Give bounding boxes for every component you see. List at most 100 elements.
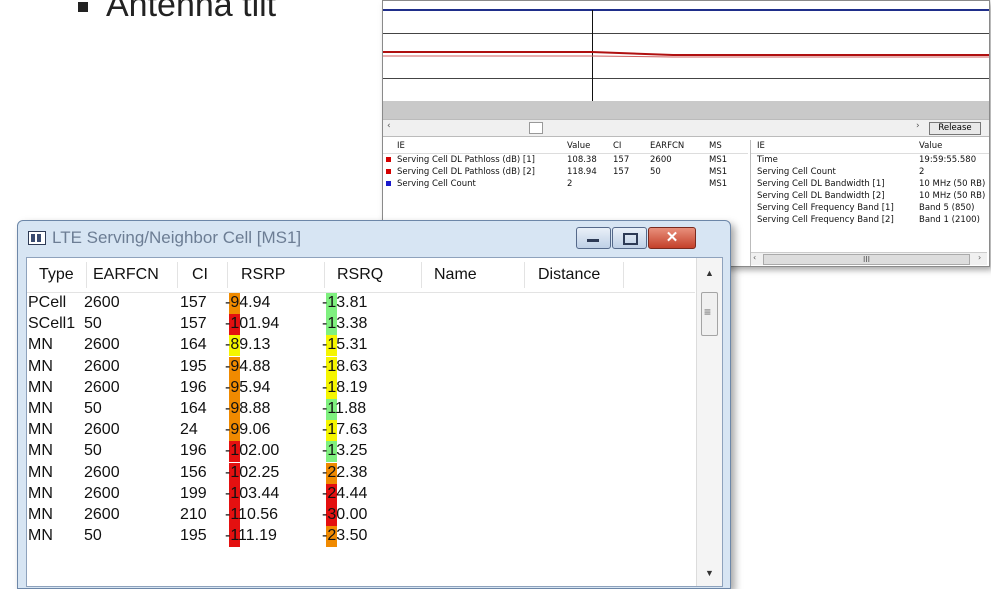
- window-title: LTE Serving/Neighbor Cell [MS1]: [52, 228, 302, 247]
- table-row[interactable]: Serving Cell DL Bandwidth [1] 10 MHz (50…: [751, 178, 989, 190]
- header-value[interactable]: Value: [919, 140, 942, 152]
- scroll-right-icon[interactable]: ›: [978, 253, 981, 262]
- ie-table: IE Value CI EARFCN MS Serving Cell DL Pa…: [383, 140, 748, 190]
- column-divider[interactable]: [227, 262, 228, 288]
- table-row[interactable]: Time 19:59:55.580: [751, 154, 989, 166]
- window-titlebar[interactable]: LTE Serving/Neighbor Cell [MS1] ✕: [18, 221, 730, 253]
- column-header-name[interactable]: Name: [434, 266, 477, 284]
- cell-rsrp: -94.94: [225, 294, 271, 311]
- pathloss-plot: [383, 1, 989, 104]
- row-ie: Serving Cell DL Pathloss (dB) [2]: [397, 167, 535, 177]
- cell-type: MN: [28, 357, 53, 375]
- header-ie[interactable]: IE: [757, 140, 765, 152]
- column-header-earfcn[interactable]: EARFCN: [93, 266, 159, 284]
- info-table-horizontal-scrollbar[interactable]: ‹ III ›: [751, 252, 987, 265]
- table-row[interactable]: SCell1 50 157 -101.94 -13.38: [27, 314, 695, 336]
- table-window-icon: [28, 231, 46, 245]
- scroll-up-icon[interactable]: ▲: [705, 268, 714, 278]
- vertical-scrollbar[interactable]: ▲ ▼: [696, 258, 722, 586]
- column-header-ci[interactable]: CI: [192, 266, 208, 284]
- cell-rsrq: -18.19: [322, 378, 368, 396]
- table-row[interactable]: MN 2600 196 -95.94 -18.19: [27, 377, 695, 399]
- column-divider[interactable]: [324, 262, 325, 288]
- cell-ci: 195: [180, 527, 207, 545]
- header-ie[interactable]: IE: [397, 140, 405, 152]
- table-row[interactable]: MN 2600 164 -89.13 -15.31: [27, 335, 695, 357]
- chart-horizontal-scrollbar[interactable]: ‹ › Release: [383, 119, 989, 137]
- minimize-button[interactable]: [576, 227, 611, 249]
- cell-type: SCell1: [28, 315, 76, 333]
- cell-ci: 157: [180, 315, 207, 333]
- info-table: IE Value Time 19:59:55.580 Serving Cell …: [750, 140, 989, 266]
- table-row[interactable]: Serving Cell Frequency Band [1] Band 5 (…: [751, 202, 989, 214]
- cell-rsrq: -11.88: [322, 399, 367, 417]
- close-button[interactable]: ✕: [648, 227, 696, 249]
- column-divider[interactable]: [524, 262, 525, 288]
- column-header-type[interactable]: Type: [39, 266, 74, 284]
- row-ie: Time: [757, 155, 778, 165]
- column-header-row: Type EARFCN CI RSRP RSRQ Name Distance: [27, 258, 695, 293]
- series-line-pathloss-2: [383, 55, 989, 58]
- table-row[interactable]: MN 50 196 -102.00 -13.25: [27, 441, 695, 463]
- column-header-distance[interactable]: Distance: [538, 266, 600, 284]
- cell-earfcn: 2600: [84, 505, 120, 523]
- cell-earfcn: 2600: [84, 294, 120, 311]
- cell-type: MN: [28, 378, 53, 396]
- maximize-button[interactable]: [612, 227, 647, 249]
- scroll-thumb[interactable]: III: [763, 254, 970, 265]
- scroll-left-icon[interactable]: ‹: [753, 253, 756, 262]
- column-divider[interactable]: [623, 262, 624, 288]
- column-header-rsrq[interactable]: RSRQ: [337, 266, 383, 284]
- row-ms: MS1: [709, 155, 728, 165]
- cell-type: MN: [28, 421, 53, 439]
- table-row[interactable]: PCell 2600 157 -94.94 -13.81: [27, 293, 695, 314]
- table-row[interactable]: Serving Cell Count 2: [751, 166, 989, 178]
- cell-type: MN: [28, 336, 53, 354]
- row-ie: Serving Cell Count: [757, 167, 836, 177]
- header-value[interactable]: Value: [567, 140, 590, 152]
- row-value: 108.38: [567, 155, 597, 165]
- header-earfcn[interactable]: EARFCN: [650, 140, 684, 152]
- table-row[interactable]: Serving Cell Count 2 MS1: [383, 178, 748, 190]
- cell-ci: 196: [180, 442, 207, 460]
- table-row[interactable]: Serving Cell DL Bandwidth [2] 10 MHz (50…: [751, 190, 989, 202]
- cell-rsrq: -13.25: [322, 442, 368, 460]
- cell-rsrq: -13.81: [322, 294, 368, 311]
- row-value: Band 1 (2100): [919, 215, 980, 225]
- scroll-down-icon[interactable]: ▼: [705, 568, 714, 578]
- cell-rsrp: -102.00: [225, 442, 280, 460]
- cell-rsrq: -18.63: [322, 357, 368, 375]
- table-row[interactable]: MN 2600 195 -94.88 -18.63: [27, 356, 695, 378]
- table-row[interactable]: MN 2600 199 -103.44 -24.44: [27, 483, 695, 505]
- cell-rsrq: -17.63: [322, 421, 368, 439]
- cell-type: MN: [28, 484, 53, 502]
- table-row[interactable]: MN 50 164 -98.88 -11.88: [27, 398, 695, 420]
- column-divider[interactable]: [86, 262, 87, 288]
- cell-earfcn: 2600: [84, 421, 120, 439]
- header-ci[interactable]: CI: [613, 140, 621, 152]
- header-ms[interactable]: MS: [709, 140, 722, 152]
- table-row[interactable]: MN 2600 210 -110.56 -30.00: [27, 504, 695, 526]
- cell-ci: 156: [180, 463, 207, 481]
- cell-rsrp: -110.56: [225, 505, 279, 523]
- scroll-right-icon[interactable]: ›: [916, 121, 920, 131]
- cell-earfcn: 2600: [84, 336, 120, 354]
- plot-footer-band: [383, 101, 989, 119]
- table-row[interactable]: MN 2600 156 -102.25 -22.38: [27, 462, 695, 484]
- release-button[interactable]: Release: [929, 122, 981, 135]
- column-header-rsrp[interactable]: RSRP: [241, 266, 285, 284]
- row-value: Band 5 (850): [919, 203, 975, 213]
- cell-rsrq: -15.31: [322, 336, 368, 354]
- table-row[interactable]: MN 50 195 -111.19 -23.50: [27, 526, 695, 548]
- cell-rsrq: -23.50: [322, 527, 368, 545]
- cell-earfcn: 50: [84, 527, 102, 545]
- scroll-thumb[interactable]: [529, 122, 543, 134]
- column-divider[interactable]: [421, 262, 422, 288]
- table-row[interactable]: MN 2600 24 -99.06 -17.63: [27, 420, 695, 442]
- scroll-left-icon[interactable]: ‹: [387, 121, 391, 131]
- table-row[interactable]: Serving Cell DL Pathloss (dB) [2] 118.94…: [383, 166, 748, 178]
- scroll-thumb[interactable]: [701, 292, 718, 336]
- table-row[interactable]: Serving Cell Frequency Band [2] Band 1 (…: [751, 214, 989, 226]
- table-row[interactable]: Serving Cell DL Pathloss (dB) [1] 108.38…: [383, 154, 748, 166]
- column-divider[interactable]: [177, 262, 178, 288]
